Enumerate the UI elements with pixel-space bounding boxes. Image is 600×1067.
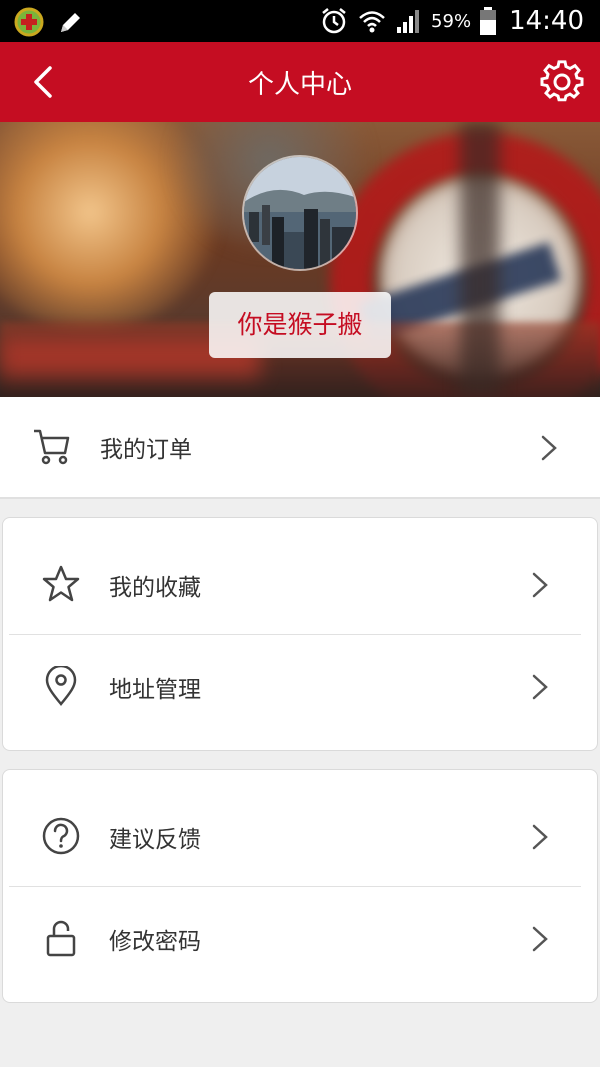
menu-card-account: 建议反馈 修改密码 — [2, 769, 598, 1003]
menu-item-change-password[interactable]: 修改密码 — [3, 888, 599, 990]
signal-icon — [397, 10, 420, 33]
settings-button[interactable] — [540, 60, 584, 104]
pencil-icon — [61, 13, 80, 32]
menu-item-label: 修改密码 — [109, 929, 201, 955]
location-pin-icon — [45, 666, 77, 706]
page-title: 个人中心 — [247, 70, 352, 100]
divider — [9, 886, 581, 887]
menu-item-address[interactable]: 地址管理 — [3, 636, 599, 738]
star-icon — [42, 565, 80, 602]
chevron-right-icon — [532, 824, 548, 850]
battery-icon — [480, 7, 497, 35]
clock: 14:40 — [509, 6, 584, 36]
cart-icon — [34, 429, 70, 465]
menu-item-label: 我的收藏 — [109, 575, 201, 601]
menu-card-collection: 我的收藏 地址管理 — [2, 517, 598, 751]
chevron-right-icon — [541, 435, 557, 461]
menu-item-label: 建议反馈 — [109, 827, 201, 853]
app-notification-icon — [14, 7, 44, 37]
gear-icon — [540, 60, 584, 102]
battery-percent: 59% — [431, 10, 472, 32]
avatar[interactable] — [242, 155, 358, 271]
title-bar: 个人中心 — [0, 42, 600, 122]
username-label[interactable]: 你是猴子搬 — [209, 292, 391, 358]
menu-item-favorites[interactable]: 我的收藏 — [3, 534, 599, 636]
unlock-icon — [46, 920, 76, 957]
menu-item-feedback[interactable]: 建议反馈 — [3, 786, 599, 888]
chevron-right-icon — [532, 674, 548, 700]
wifi-icon — [359, 11, 385, 33]
chevron-right-icon — [532, 926, 548, 952]
question-circle-icon — [42, 817, 80, 855]
alarm-icon — [322, 8, 346, 34]
menu-item-orders[interactable]: 我的订单 — [0, 397, 600, 499]
divider — [9, 634, 581, 635]
status-bar: 59% 14:40 — [0, 0, 600, 42]
chevron-right-icon — [532, 572, 548, 598]
menu-item-label: 我的订单 — [100, 437, 192, 463]
menu-item-label: 地址管理 — [109, 677, 201, 703]
